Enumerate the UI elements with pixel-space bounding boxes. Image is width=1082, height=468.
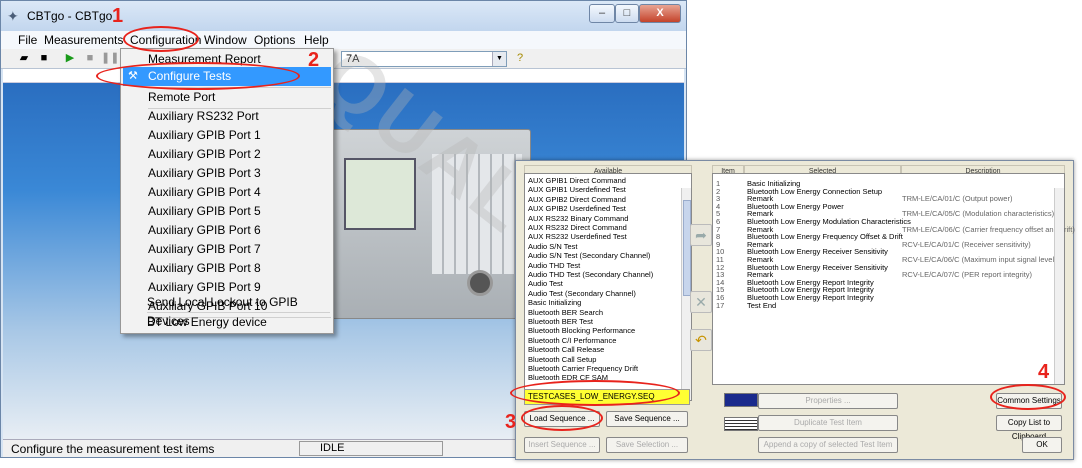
annotation-ring-configuration: [123, 26, 199, 52]
copy-list-button[interactable]: Copy List to Clipboard: [996, 415, 1062, 441]
app-icon: ✦: [7, 8, 19, 24]
available-list-item[interactable]: Bluetooth Call Release: [528, 346, 604, 354]
annotation-number-1: 1: [112, 5, 124, 27]
stop-icon[interactable]: ■: [83, 51, 97, 65]
minimize-button[interactable]: –: [589, 4, 615, 23]
available-list-item[interactable]: AUX RS232 Direct Command: [528, 224, 627, 232]
menu-window[interactable]: Window: [201, 32, 250, 48]
available-list-item[interactable]: Audio THD Test: [528, 262, 580, 270]
available-list-item[interactable]: Bluetooth BER Search: [528, 309, 603, 317]
menu-item-aux-gpib-7[interactable]: Auxiliary GPIB Port 7: [123, 240, 331, 259]
menu-item-aux-gpib-1[interactable]: Auxiliary GPIB Port 1: [123, 126, 331, 145]
available-list-item[interactable]: Audio S/N Test (Secondary Channel): [528, 252, 650, 260]
add-arrow-icon[interactable]: ➦: [690, 224, 712, 246]
pause-icon[interactable]: ❚❚: [101, 51, 119, 65]
menu-item-remote-port[interactable]: Remote Port: [123, 88, 331, 107]
available-list-item[interactable]: Bluetooth Call Setup: [528, 356, 596, 364]
annotation-ring-sequence-file: [510, 380, 680, 406]
maximize-button[interactable]: □: [615, 4, 639, 23]
save-selection-button[interactable]: Save Selection ...: [606, 437, 688, 453]
menu-measurements[interactable]: Measurements: [41, 32, 126, 48]
available-list-item[interactable]: AUX GPIB1 Direct Command: [528, 177, 626, 185]
properties-button[interactable]: Properties ...: [758, 393, 898, 409]
save-sequence-button[interactable]: Save Sequence ...: [606, 411, 688, 427]
selected-row-description: TRM-LE/CA/06/C (Carrier frequency offset…: [902, 224, 1075, 234]
available-list-item[interactable]: Bluetooth Carrier Frequency Drift: [528, 365, 638, 373]
menu-file[interactable]: File: [15, 32, 40, 48]
available-list-item[interactable]: AUX GPIB2 Userdefined Test: [528, 205, 626, 213]
selected-row-description: RCV-LE/CA/07/C (PER report integrity): [902, 270, 1033, 280]
device-knob: [467, 270, 493, 296]
menu-item-aux-rs232[interactable]: Auxiliary RS232 Port: [123, 107, 331, 126]
available-list-item[interactable]: AUX GPIB2 Direct Command: [528, 196, 626, 204]
annotation-ring-load-sequence: [521, 405, 603, 431]
menu-options[interactable]: Options: [251, 32, 298, 48]
annotation-ring-configure-tests: [96, 62, 300, 90]
selected-row-name[interactable]: Test End: [747, 302, 776, 310]
color-swatch-lines[interactable]: [724, 417, 758, 431]
available-list-item[interactable]: AUX GPIB1 Userdefined Test: [528, 186, 626, 194]
selected-row-number: 17: [716, 300, 725, 310]
play-icon[interactable]: ▶: [63, 51, 77, 65]
ok-button[interactable]: OK: [1022, 437, 1062, 453]
color-swatch-blue[interactable]: [724, 393, 758, 407]
available-list-item[interactable]: AUX RS232 Userdefined Test: [528, 233, 627, 241]
menu-help[interactable]: Help: [301, 32, 332, 48]
menu-bar: File Measurements Configuration Window O…: [1, 31, 686, 49]
menu-item-aux-gpib-8[interactable]: Auxiliary GPIB Port 8: [123, 259, 331, 278]
available-list-item[interactable]: AUX RS232 Binary Command: [528, 215, 628, 223]
selected-row-description: RCV-LE/CA/01/C (Receiver sensitivity): [902, 239, 1031, 249]
help-icon[interactable]: ?: [513, 51, 527, 65]
remove-x-icon[interactable]: ✕: [690, 291, 712, 313]
close-button[interactable]: X: [639, 4, 681, 23]
menu-item-bt-low-energy[interactable]: BT Low Energy device: [122, 313, 330, 332]
undo-icon[interactable]: ↶: [690, 329, 712, 351]
open-icon[interactable]: ▰: [17, 51, 31, 65]
append-copy-button[interactable]: Append a copy of selected Test Item: [758, 437, 898, 453]
available-list-item[interactable]: Audio Test: [528, 280, 563, 288]
status-text: Configure the measurement test items: [11, 442, 215, 456]
available-list-item[interactable]: Audio THD Test (Secondary Channel): [528, 271, 653, 279]
save-icon[interactable]: ■: [37, 51, 51, 65]
menu-item-local-lockout[interactable]: Send Local Lockout to GPIB Devices: [122, 293, 330, 328]
annotation-ring-common-settings: [990, 384, 1066, 410]
available-list-item[interactable]: Bluetooth C/I Performance: [528, 337, 616, 345]
available-list-item[interactable]: Bluetooth Blocking Performance: [528, 327, 635, 335]
title-bar[interactable]: ✦ CBTgo - CBTgo – □ X: [1, 1, 686, 31]
available-list[interactable]: AUX GPIB1 Direct Command AUX GPIB1 Userde…: [524, 173, 692, 401]
menu-item-aux-gpib-3[interactable]: Auxiliary GPIB Port 3: [123, 164, 331, 183]
insert-sequence-button[interactable]: Insert Sequence ...: [524, 437, 600, 453]
selected-list[interactable]: 1 Basic Initializing 2 Bluetooth Low Energy…: [712, 173, 1075, 385]
menu-item-aux-gpib-4[interactable]: Auxiliary GPIB Port 4: [123, 183, 331, 202]
selected-row-description: TRM-LE/CA/05/C (Modulation characteristi…: [902, 209, 1055, 219]
selected-row-description: TRM-LE/CA/01/C (Output power): [902, 194, 1013, 204]
status-state: IDLE: [299, 441, 443, 456]
configuration-menu: Measurement Report ⚒ Configure Tests Rem…: [120, 48, 334, 334]
selected-row-description: RCV-LE/CA/06/C (Maximum input signal lev…: [902, 255, 1057, 264]
available-list-item[interactable]: Audio Test (Secondary Channel): [528, 290, 636, 298]
annotation-number-3: 3: [505, 411, 517, 433]
menu-item-aux-gpib-2[interactable]: Auxiliary GPIB Port 2: [123, 145, 331, 164]
selected-scrollbar[interactable]: [1054, 188, 1064, 384]
annotation-number-4: 4: [1038, 361, 1050, 383]
menu-item-aux-gpib-6[interactable]: Auxiliary GPIB Port 6: [123, 221, 331, 240]
available-list-item[interactable]: Basic Initializing: [528, 299, 581, 307]
window-title: CBTgo - CBTgo: [27, 9, 113, 23]
available-list-item[interactable]: Bluetooth BER Test: [528, 318, 593, 326]
annotation-number-2: 2: [308, 49, 320, 71]
duplicate-button[interactable]: Duplicate Test Item: [758, 415, 898, 431]
available-list-item[interactable]: Audio S/N Test: [528, 243, 577, 251]
chevron-down-icon[interactable]: ▼: [492, 52, 506, 66]
scroll-thumb[interactable]: [683, 200, 691, 296]
menu-item-aux-gpib-5[interactable]: Auxiliary GPIB Port 5: [123, 202, 331, 221]
